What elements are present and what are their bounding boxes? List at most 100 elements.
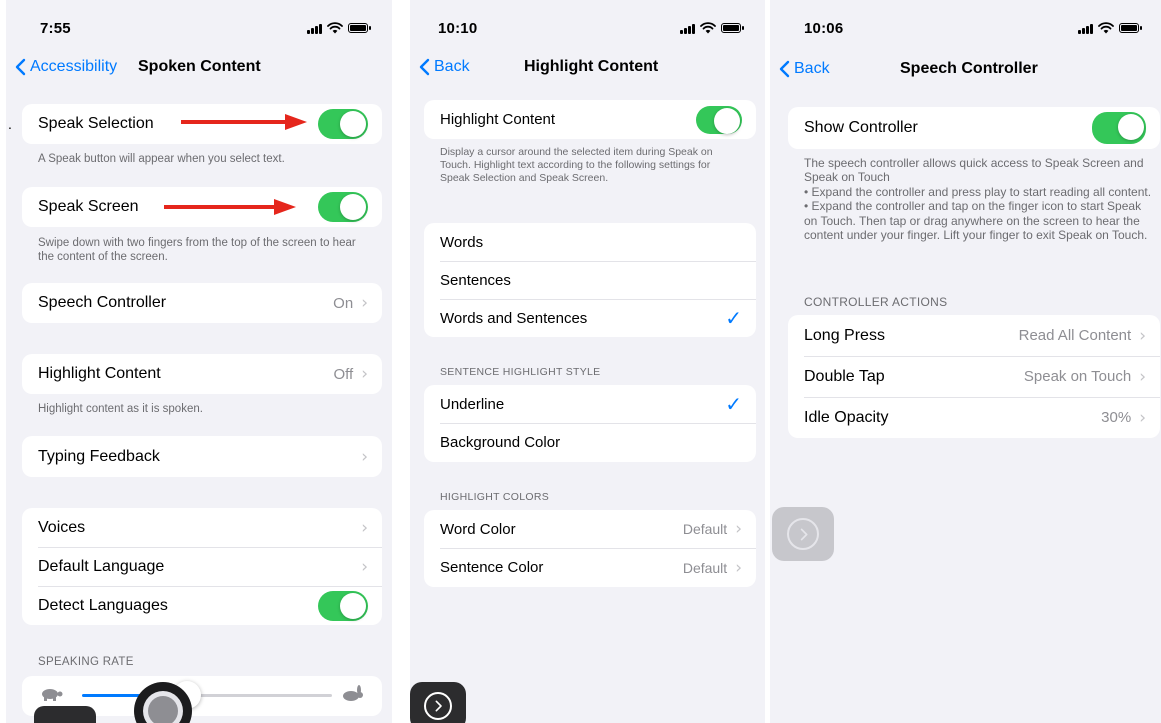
- voices-group: Voices › Default Language › Detect Langu…: [22, 508, 382, 625]
- speech-controller-screen: 10:06 Back Speech Controller Show Contro…: [770, 0, 1161, 723]
- chevron-right-icon: ›: [361, 364, 368, 384]
- typing-feedback-group: Typing Feedback ›: [22, 436, 382, 477]
- chevron-right-icon: ›: [361, 556, 368, 577]
- speech-controller-value: On: [333, 294, 354, 312]
- double-tap-label: Double Tap: [804, 367, 885, 385]
- style-row-underline[interactable]: Underline ✓: [424, 385, 756, 423]
- back-button[interactable]: Back: [778, 60, 830, 78]
- red-arrow-annotation: [181, 114, 307, 130]
- page-title: Highlight Content: [524, 58, 659, 75]
- mode-label: Words and Sentences: [440, 309, 588, 327]
- speaking-rate-track-empty: [187, 694, 332, 697]
- highlight-colors-header: HIGHLIGHT COLORS: [440, 491, 550, 503]
- chevron-right-icon: ›: [361, 446, 368, 467]
- chevron-right-icon: ›: [735, 519, 742, 539]
- sentence-color-row[interactable]: Sentence Color Default ›: [424, 548, 756, 587]
- cellular-signal-icon: [680, 23, 695, 34]
- navigation-bar: Back Speech Controller: [770, 56, 1161, 80]
- chevron-right-icon: ›: [361, 293, 368, 313]
- back-button[interactable]: Back: [418, 58, 470, 76]
- highlight-content-screen: 10:10 Back Highlight Content Highlight C…: [410, 0, 765, 723]
- typing-feedback-row[interactable]: Typing Feedback ›: [22, 436, 382, 477]
- highlight-content-group: Highlight Content: [424, 100, 756, 139]
- mode-row-words-and-sentences[interactable]: Words and Sentences ✓: [424, 299, 756, 337]
- highlight-content-toggle[interactable]: [696, 105, 742, 134]
- back-label: Back: [434, 58, 470, 75]
- highlight-footer: Display a cursor around the selected ite…: [440, 146, 713, 185]
- red-arrow-annotation: [164, 199, 296, 215]
- battery-icon: [721, 23, 744, 33]
- controller-footer: The speech controller allows quick acces…: [804, 156, 1154, 242]
- status-time: 10:06: [804, 20, 844, 37]
- show-controller-toggle[interactable]: [1092, 112, 1146, 144]
- status-bar: 7:55: [6, 18, 392, 38]
- typing-feedback-label: Typing Feedback: [38, 447, 160, 465]
- show-controller-label: Show Controller: [804, 119, 918, 136]
- cellular-signal-icon: [307, 23, 322, 34]
- default-language-row[interactable]: Default Language ›: [22, 547, 382, 586]
- checkmark-icon: ✓: [725, 392, 742, 416]
- word-color-value: Default: [682, 521, 728, 537]
- speak-screen-toggle[interactable]: [318, 192, 368, 222]
- chevron-right-icon: ›: [1139, 407, 1146, 428]
- wifi-icon: [700, 22, 716, 34]
- speaking-rate-header: SPEAKING RATE: [38, 656, 134, 668]
- floating-speech-controller-idle[interactable]: [772, 507, 834, 561]
- page-title: Speech Controller: [900, 60, 1038, 77]
- chevron-right-icon: ›: [1139, 366, 1146, 387]
- style-row-background-color[interactable]: Background Color: [424, 423, 756, 462]
- idle-opacity-row[interactable]: Idle Opacity 30% ›: [788, 397, 1160, 438]
- chevron-right-icon: [435, 700, 442, 712]
- highlight-content-row[interactable]: Highlight Content Off ›: [22, 354, 382, 394]
- highlight-style-group: Underline ✓ Background Color: [424, 385, 756, 462]
- floating-speech-controller[interactable]: [410, 682, 466, 723]
- sentence-highlight-style-header: SENTENCE HIGHLIGHT STYLE: [440, 366, 601, 378]
- chevron-right-icon: [800, 528, 808, 540]
- mode-row-sentences[interactable]: Sentences: [424, 261, 756, 299]
- show-controller-group: Show Controller: [788, 107, 1160, 149]
- back-button-accessibility[interactable]: Accessibility: [14, 58, 117, 76]
- back-label: Back: [794, 60, 830, 77]
- speak-selection-toggle[interactable]: [318, 109, 368, 139]
- idle-opacity-label: Idle Opacity: [804, 408, 889, 426]
- mode-row-words[interactable]: Words: [424, 223, 756, 261]
- double-tap-row[interactable]: Double Tap Speak on Touch ›: [788, 356, 1160, 397]
- mode-label: Words: [440, 233, 484, 251]
- word-color-row[interactable]: Word Color Default ›: [424, 510, 756, 548]
- mode-label: Sentences: [440, 271, 511, 289]
- tortoise-icon: [42, 689, 63, 701]
- voices-row[interactable]: Voices ›: [22, 508, 382, 547]
- checkmark-icon: ✓: [725, 306, 742, 330]
- highlight-colors-group: Word Color Default › Sentence Color Defa…: [424, 510, 756, 587]
- style-label: Underline: [440, 395, 505, 413]
- battery-icon: [348, 23, 371, 33]
- speech-controller-label: Speech Controller: [38, 294, 167, 311]
- cellular-signal-icon: [1078, 23, 1093, 34]
- speak-selection-footer: A Speak button will appear when you sele…: [38, 153, 285, 165]
- sentence-color-label: Sentence Color: [440, 559, 544, 576]
- floating-controller-button[interactable]: [34, 706, 96, 723]
- speak-screen-footer: Swipe down with two fingers from the top…: [38, 237, 356, 264]
- speech-controller-row[interactable]: Speech Controller On ›: [22, 283, 382, 323]
- wifi-icon: [1098, 22, 1114, 34]
- long-press-label: Long Press: [804, 326, 885, 344]
- long-press-row[interactable]: Long Press Read All Content ›: [788, 315, 1160, 356]
- status-bar: 10:06: [770, 18, 1161, 38]
- long-press-value: Read All Content: [1018, 327, 1132, 344]
- highlight-content-footer: Highlight content as it is spoken.: [38, 403, 203, 415]
- detect-languages-toggle[interactable]: [318, 590, 368, 621]
- hare-icon: [343, 685, 363, 701]
- chevron-left-icon: [15, 58, 26, 76]
- speech-controller-group: Speech Controller On ›: [22, 283, 382, 323]
- stray-dot: .: [8, 116, 12, 132]
- idle-opacity-value: 30%: [1101, 409, 1132, 426]
- double-tap-value: Speak on Touch: [1023, 368, 1132, 385]
- highlight-content-value: Off: [333, 365, 354, 383]
- page-title: Spoken Content: [138, 58, 261, 75]
- spoken-content-screen: 7:55 Accessibility Spoken Content . Spea…: [6, 0, 392, 723]
- detect-languages-row: Detect Languages: [22, 586, 382, 625]
- default-language-label: Default Language: [38, 557, 165, 575]
- back-label: Accessibility: [30, 58, 118, 75]
- wifi-icon: [327, 22, 343, 34]
- voices-label: Voices: [38, 518, 86, 536]
